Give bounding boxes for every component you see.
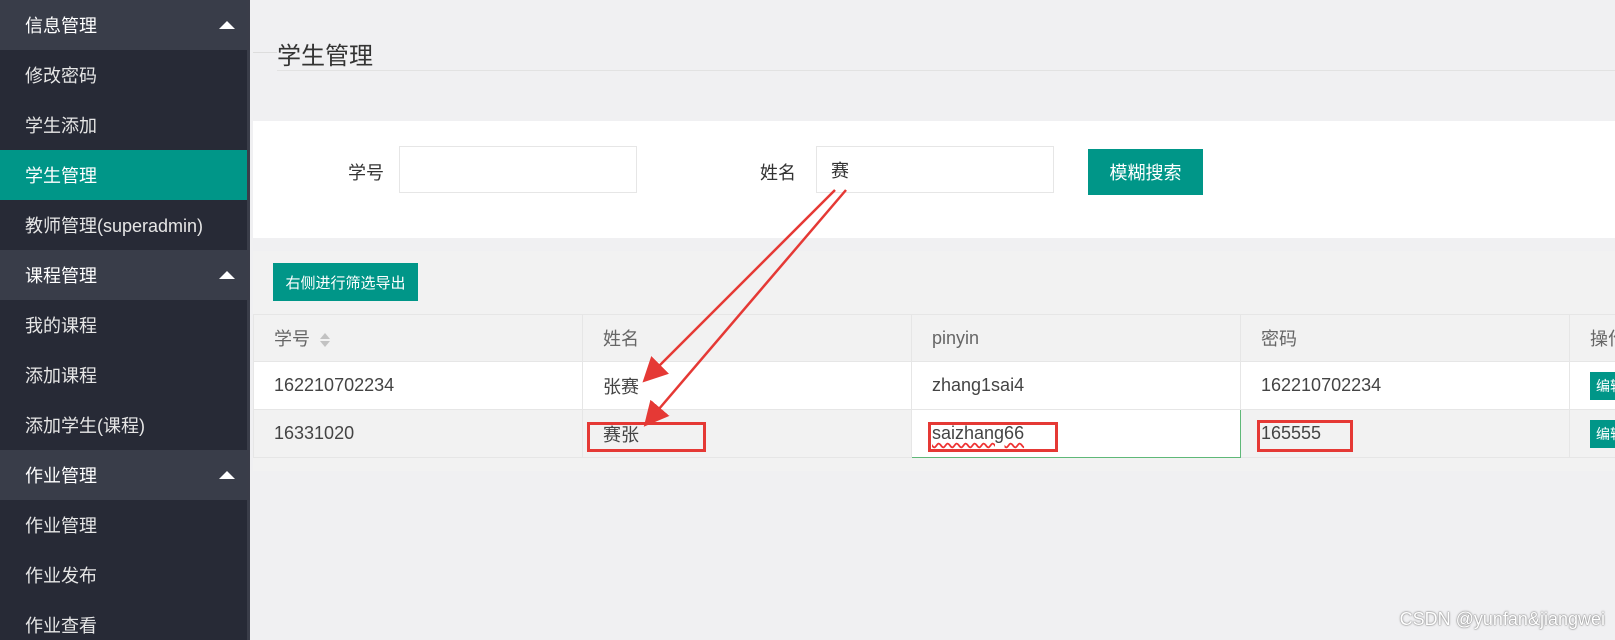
nav-item-my-courses[interactable]: 我的课程 <box>0 300 247 350</box>
edit-button[interactable]: 编辑 <box>1590 371 1615 400</box>
cell-pinyin[interactable]: zhang1sai4 <box>911 361 1241 410</box>
column-header-actions: 操作 <box>1569 314 1615 362</box>
column-header-id[interactable]: 学号 <box>253 314 583 362</box>
nav-group-label: 课程管理 <box>25 266 97 286</box>
student-id-input[interactable] <box>399 146 637 193</box>
sort-icon[interactable] <box>320 333 330 348</box>
cell-pinyin-value: saizhang66 <box>932 423 1025 443</box>
title-divider <box>253 52 277 53</box>
nav-group-info-management[interactable]: 信息管理 <box>0 0 247 50</box>
cell-password[interactable]: 162210702234 <box>1240 361 1570 410</box>
nav-item-teacher-management[interactable]: 教师管理(superadmin) <box>0 200 247 250</box>
column-header-pinyin: pinyin <box>911 314 1241 362</box>
search-panel: 学号 姓名 模糊搜索 <box>253 121 1615 238</box>
student-table: 学号 姓名 pinyin 密码 操作 162210702234 张赛 zhang… <box>253 314 1615 458</box>
nav-item-homework-management[interactable]: 作业管理 <box>0 500 247 550</box>
table-row: 16331020 赛张 saizhang66 165555 编辑 <box>253 409 1615 458</box>
caret-up-icon <box>219 271 235 279</box>
cell-pinyin-editing[interactable]: saizhang66 <box>911 409 1241 458</box>
column-header-label: 学号 <box>274 329 310 349</box>
cell-name[interactable]: 张赛 <box>582 361 912 410</box>
cell-name[interactable]: 赛张 <box>582 409 912 458</box>
nav-group-course-management[interactable]: 课程管理 <box>0 250 247 300</box>
student-id-label: 学号 <box>348 163 384 183</box>
fuzzy-search-button[interactable]: 模糊搜索 <box>1088 149 1203 195</box>
cell-password[interactable]: 165555 <box>1240 409 1570 458</box>
nav-group-label: 信息管理 <box>25 16 97 36</box>
column-header-name: 姓名 <box>582 314 912 362</box>
export-button[interactable]: 右侧进行筛选导出 <box>273 263 418 301</box>
cell-id[interactable]: 162210702234 <box>253 361 583 410</box>
main-content: 学生管理 学号 姓名 模糊搜索 右侧进行筛选导出 学号 姓名 pinyin 密码… <box>253 0 1615 640</box>
edit-button[interactable]: 编辑 <box>1590 419 1615 448</box>
table-row: 162210702234 张赛 zhang1sai4 162210702234 … <box>253 361 1615 410</box>
cell-actions: 编辑 <box>1569 361 1615 410</box>
nav-group-label: 作业管理 <box>25 466 97 486</box>
nav-item-add-student-course[interactable]: 添加学生(课程) <box>0 400 247 450</box>
nav-item-change-password[interactable]: 修改密码 <box>0 50 247 100</box>
nav-item-homework-publish[interactable]: 作业发布 <box>0 550 247 600</box>
caret-up-icon <box>219 21 235 29</box>
name-label: 姓名 <box>760 163 796 183</box>
nav-item-homework-view[interactable]: 作业查看 <box>0 600 247 640</box>
page-title: 学生管理 <box>277 43 373 70</box>
nav-item-student-management[interactable]: 学生管理 <box>0 150 247 200</box>
column-header-password: 密码 <box>1240 314 1570 362</box>
nav-group-homework-management[interactable]: 作业管理 <box>0 450 247 500</box>
nav-item-add-course[interactable]: 添加课程 <box>0 350 247 400</box>
cell-actions: 编辑 <box>1569 409 1615 458</box>
name-input[interactable] <box>816 146 1054 193</box>
nav-item-add-student[interactable]: 学生添加 <box>0 100 247 150</box>
title-divider <box>277 70 1615 71</box>
cell-id[interactable]: 16331020 <box>253 409 583 458</box>
sidebar: 信息管理 修改密码 学生添加 学生管理 教师管理(superadmin) 课程管… <box>0 0 250 640</box>
table-header-row: 学号 姓名 pinyin 密码 操作 <box>253 314 1615 362</box>
caret-up-icon <box>219 471 235 479</box>
watermark: CSDN @yunfan&jiangwei <box>1399 609 1605 629</box>
table-panel: 右侧进行筛选导出 学号 姓名 pinyin 密码 操作 162210702234… <box>253 251 1615 471</box>
